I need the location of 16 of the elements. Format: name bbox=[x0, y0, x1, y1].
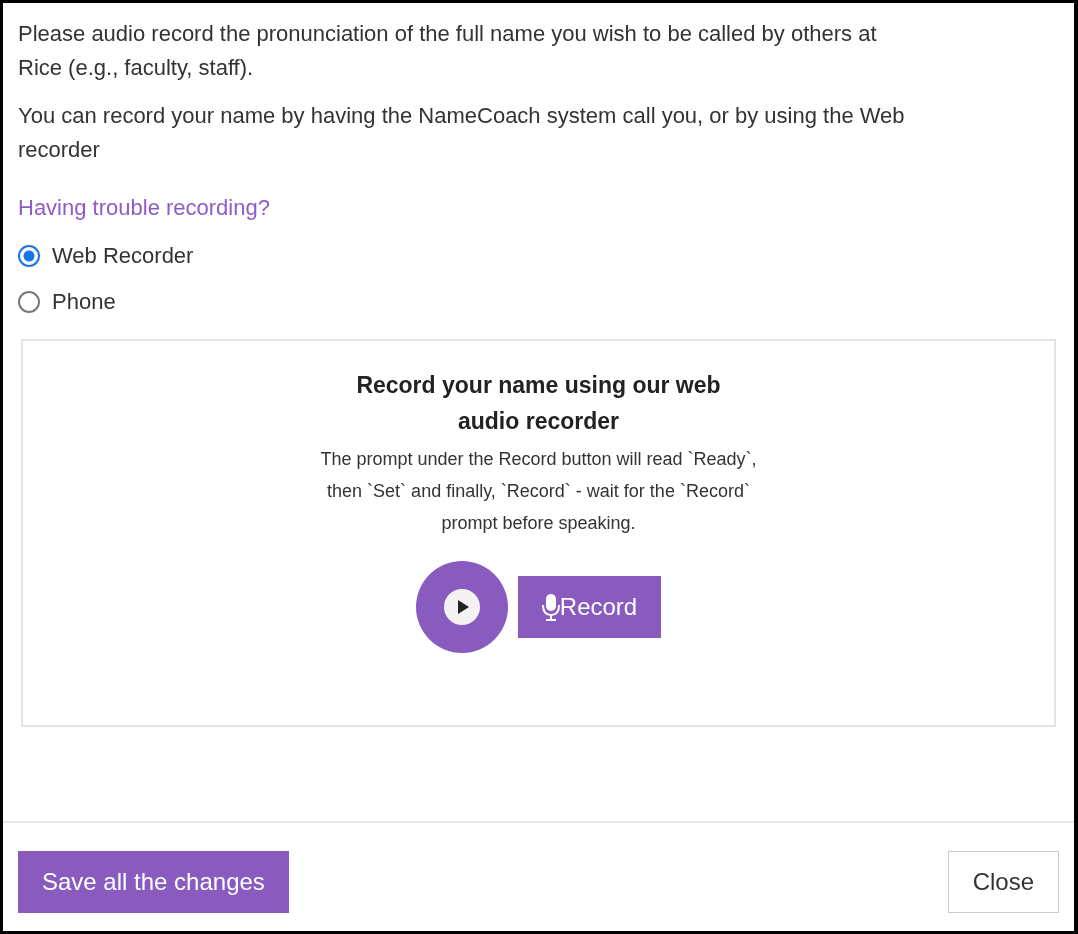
close-button[interactable]: Close bbox=[947, 851, 1059, 913]
radio-icon[interactable] bbox=[18, 291, 40, 313]
radio-label: Web Recorder bbox=[52, 242, 194, 270]
recorder-description: The prompt under the Record button will read `Ready`, then `Set` and finally, `Record` - wait for the `Record` prompt before speaking. bbox=[319, 448, 758, 535]
method-radio[interactable]: Phone bbox=[18, 285, 116, 319]
recorder-title: Record your name using our web audio recorder bbox=[355, 371, 722, 436]
radio-label: Phone bbox=[52, 288, 116, 316]
record-button[interactable]: Record bbox=[517, 576, 662, 638]
method-radio[interactable]: Web Recorder bbox=[18, 239, 194, 273]
radio-icon[interactable] bbox=[18, 245, 40, 267]
microphone-icon bbox=[541, 593, 560, 621]
save-button[interactable]: Save all the changes bbox=[18, 851, 289, 913]
help-link[interactable]: Having trouble recording? bbox=[18, 191, 270, 225]
instruction-text: Please audio record the pronunciation of the full name you wish to be called by others at Rice (e.g., faculty, staff). bbox=[18, 20, 878, 82]
instruction-text: You can record your name by having the NameCoach system call you, or by using the Web recorder bbox=[18, 102, 906, 164]
play-icon bbox=[443, 589, 480, 625]
